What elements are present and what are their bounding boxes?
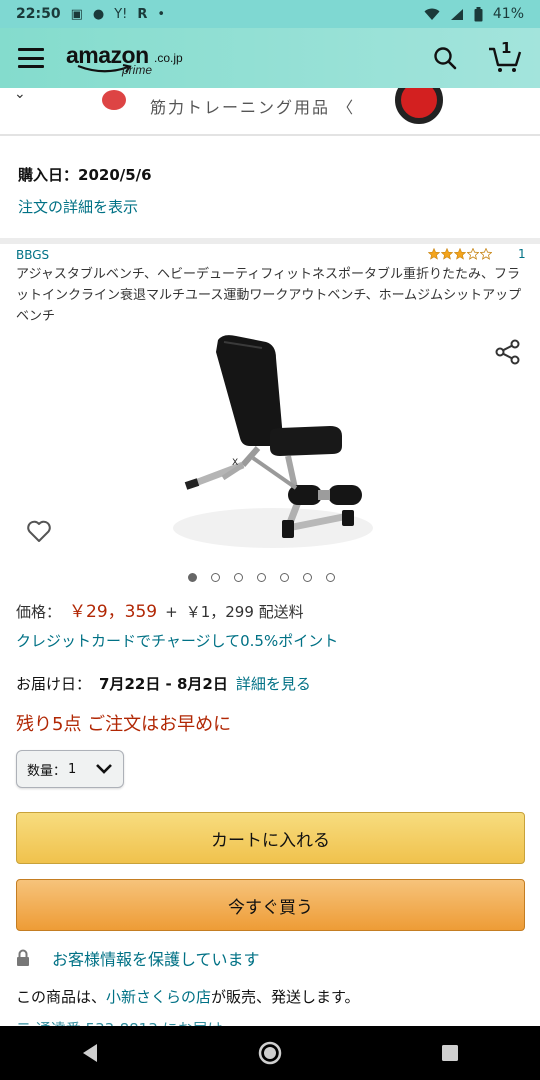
secure-transaction-row: お客様情報を保護しています xyxy=(16,946,260,970)
back-icon xyxy=(83,1044,97,1062)
order-date: 購入日：2020/5/6 xyxy=(18,164,152,185)
status-right: 41% xyxy=(424,6,524,22)
product-image[interactable]: X xyxy=(158,330,383,555)
banner-text: 筋力トレーニング用品 〈 xyxy=(150,98,356,117)
price-plus: + xyxy=(165,603,178,621)
star-full-icon xyxy=(428,248,440,260)
header-actions: 1 xyxy=(432,39,522,73)
yahoo-icon: Y! xyxy=(114,6,128,22)
buy-now-button[interactable]: 今すぐ買う xyxy=(16,879,525,931)
lock-icon xyxy=(17,949,29,966)
dot-icon: • xyxy=(157,6,166,22)
search-icon[interactable] xyxy=(432,45,458,71)
product-title: アジャスタブルベンチ、ヘビーデューティフィットネスポータブル重折りたたみ、フラッ… xyxy=(16,267,522,324)
battery-icon xyxy=(474,6,483,21)
delivery-details-link[interactable]: 詳細を見る xyxy=(236,673,311,694)
app-header: amazon .co.jp prime 1 xyxy=(0,28,540,88)
carousel-dot[interactable] xyxy=(303,573,312,582)
status-bar: 22:50 ▣ ● Y! R • 41% xyxy=(0,0,540,28)
system-navigation-bar xyxy=(0,1026,540,1080)
section-divider xyxy=(0,238,540,244)
status-time: 22:50 xyxy=(16,6,61,22)
star-full-icon xyxy=(454,248,466,260)
credit-card-points-link[interactable]: クレジットカードでチャージして0.5%ポイント xyxy=(16,630,338,651)
seller-link[interactable]: 小新さくらの店 xyxy=(106,988,211,1006)
seller-prefix: この商品は、 xyxy=(16,988,107,1006)
chevron-down-icon: ⌄ xyxy=(14,88,26,102)
star-full-icon xyxy=(441,248,453,260)
cart-count: 1 xyxy=(501,39,512,57)
order-details-link[interactable]: 注文の詳細を表示 xyxy=(18,196,138,217)
carousel-dot[interactable] xyxy=(211,573,220,582)
banner-product-image xyxy=(102,90,126,110)
category-banner[interactable]: ⌄ 筋力トレーニング用品 〈 xyxy=(0,88,540,136)
signal-icon xyxy=(450,8,463,20)
menu-icon[interactable] xyxy=(18,48,44,68)
delivery-row: お届け日： 7月22日 - 8月2日 詳細を見る xyxy=(16,673,311,694)
rakuten-icon: R xyxy=(137,6,148,22)
chat-icon: ● xyxy=(92,6,105,22)
star-empty-icon xyxy=(467,248,479,260)
price-row: 価格： ￥29，359 + ￥1，299 配送料 xyxy=(16,597,304,622)
order-info: 購入日：2020/5/6 注文の詳細を表示 xyxy=(0,136,540,236)
battery-percent: 41% xyxy=(492,6,524,22)
quantity-select[interactable]: 数量： 1 xyxy=(16,750,124,788)
stock-warning: 残り5点 ご注文はお早めに xyxy=(16,714,232,735)
rating-count[interactable]: 1 xyxy=(518,247,526,261)
back-button[interactable] xyxy=(75,1038,105,1068)
rating-stars[interactable] xyxy=(428,248,492,260)
image-icon: ▣ xyxy=(70,6,83,22)
heart-icon[interactable] xyxy=(26,518,52,544)
price-label: 価格： xyxy=(16,603,62,621)
status-left: 22:50 ▣ ● Y! R • xyxy=(16,6,165,22)
home-button[interactable] xyxy=(255,1038,285,1068)
recents-icon xyxy=(442,1045,458,1061)
banner-wheel-image xyxy=(395,88,443,124)
cart-button[interactable]: 1 xyxy=(488,39,522,73)
order-date-label: 購入日： xyxy=(18,166,79,184)
seller-suffix: が販売、発送します。 xyxy=(211,988,360,1006)
logo-domain-text: .co.jp xyxy=(154,51,183,65)
secure-transaction-link[interactable]: お客様情報を保護しています xyxy=(52,946,260,970)
home-icon xyxy=(258,1041,282,1065)
carousel-dot[interactable] xyxy=(188,573,197,582)
quantity-label: 数量： xyxy=(27,763,67,779)
svg-text:X: X xyxy=(232,458,238,468)
share-icon[interactable] xyxy=(494,338,522,366)
delivery-label: お届け日： xyxy=(16,675,92,693)
star-empty-icon xyxy=(480,248,492,260)
shipping-fee: ￥1，299 配送料 xyxy=(185,603,304,621)
product-brand[interactable]: BBGS xyxy=(16,248,49,262)
add-to-cart-button[interactable]: カートに入れる xyxy=(16,812,525,864)
carousel-dot[interactable] xyxy=(280,573,289,582)
logo-prime-text: prime xyxy=(122,63,153,77)
carousel-dot[interactable] xyxy=(234,573,243,582)
chevron-down-icon xyxy=(96,764,112,774)
order-date-value: 2020/5/6 xyxy=(78,166,152,184)
quantity-value: 1 xyxy=(68,761,77,777)
delivery-dates: 7月22日 - 8月2日 xyxy=(99,675,228,693)
image-carousel-dots xyxy=(188,573,335,582)
price-value: ￥29，359 xyxy=(69,602,158,622)
amazon-logo[interactable]: amazon .co.jp prime xyxy=(66,38,206,78)
carousel-dot[interactable] xyxy=(326,573,335,582)
recents-button[interactable] xyxy=(435,1038,465,1068)
carousel-dot[interactable] xyxy=(257,573,266,582)
wifi-icon xyxy=(424,8,440,20)
seller-info: この商品は、小新さくらの店が販売、発送します。 xyxy=(16,986,360,1007)
